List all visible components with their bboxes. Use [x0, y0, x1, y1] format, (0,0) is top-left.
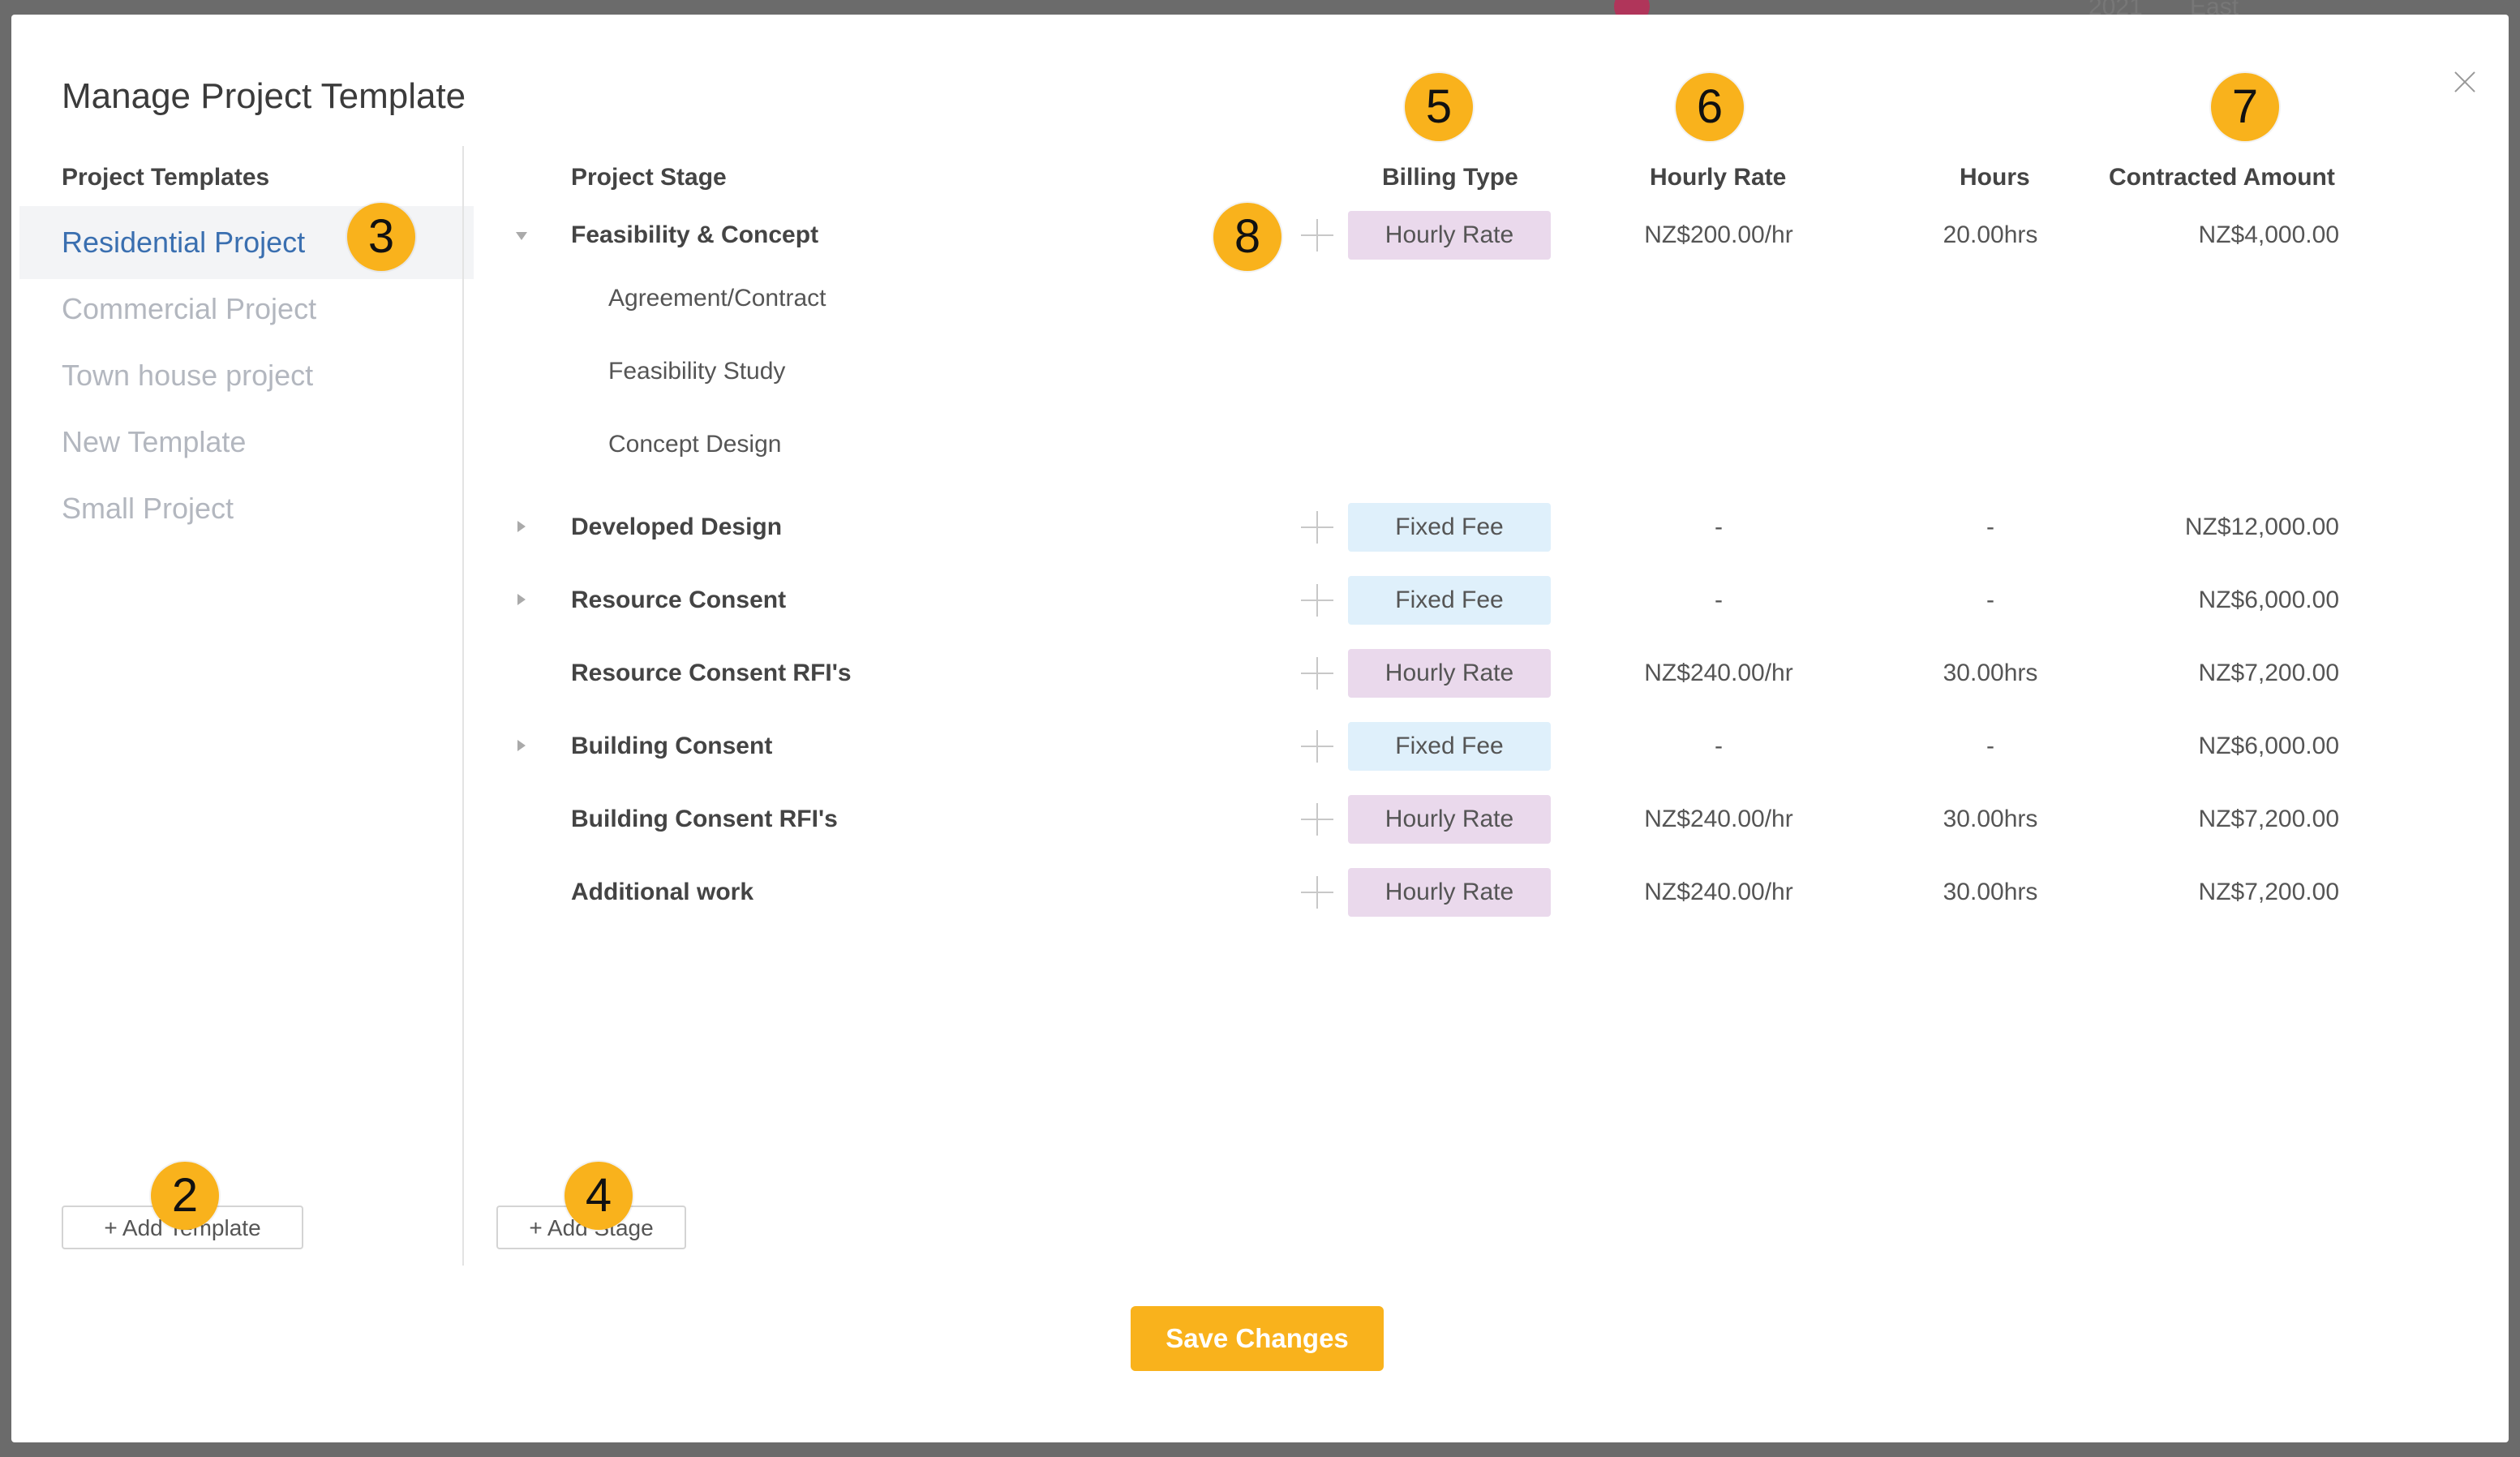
add-substage-plus-icon[interactable] [1301, 511, 1333, 544]
stage-row: Building Consent Fixed Fee - - NZ$6,000.… [11, 722, 2509, 771]
callout-badge-4: 4 [565, 1162, 633, 1230]
header-hourly-rate: Hourly Rate [1650, 164, 1787, 191]
hours-value: - [1986, 733, 1994, 759]
hourly-rate-value: NZ$240.00/hr [1644, 660, 1793, 686]
callout-badge-2: 2 [151, 1162, 219, 1230]
callout-badge-6: 6 [1676, 73, 1744, 141]
contracted-amount-value: NZ$7,200.00 [2198, 879, 2339, 905]
billing-type-pill[interactable]: Fixed Fee [1348, 722, 1551, 771]
stage-name: Additional work [571, 879, 753, 905]
save-changes-button[interactable]: Save Changes [1131, 1306, 1384, 1371]
header-hours: Hours [1960, 164, 2030, 191]
caret-right-icon[interactable] [514, 576, 530, 625]
add-substage-plus-icon[interactable] [1301, 876, 1333, 909]
substage-name: Feasibility Study [608, 358, 786, 385]
add-substage-plus-icon[interactable] [1301, 730, 1333, 763]
hours-value: - [1986, 514, 1994, 540]
contracted-amount-value: NZ$12,000.00 [2184, 514, 2339, 540]
stage-row: Resource Consent Fixed Fee - - NZ$6,000.… [11, 576, 2509, 625]
hourly-rate-value: - [1715, 587, 1723, 613]
substage-row: Agreement/Contract [11, 274, 2509, 323]
header-billing-type: Billing Type [1382, 164, 1518, 191]
hours-value: 30.00hrs [1943, 806, 2038, 832]
hours-value: 20.00hrs [1943, 221, 2038, 248]
caret-right-icon[interactable] [514, 722, 530, 771]
stage-row: Developed Design Fixed Fee - - NZ$12,000… [11, 503, 2509, 552]
hourly-rate-value: NZ$200.00/hr [1644, 221, 1793, 248]
add-substage-plus-icon[interactable] [1301, 657, 1333, 690]
billing-type-pill[interactable]: Hourly Rate [1348, 868, 1551, 917]
substage-row: Feasibility Study [11, 347, 2509, 396]
header-contracted-amount: Contracted Amount [2109, 164, 2335, 191]
contracted-amount-value: NZ$4,000.00 [2198, 221, 2339, 248]
substage-name: Agreement/Contract [608, 285, 826, 312]
modal-title: Manage Project Template [62, 76, 466, 116]
close-icon[interactable] [2445, 63, 2485, 104]
billing-type-pill[interactable]: Fixed Fee [1348, 576, 1551, 625]
stage-row: Resource Consent RFI's Hourly Rate NZ$24… [11, 649, 2509, 698]
templates-heading: Project Templates [62, 164, 270, 191]
hours-value: 30.00hrs [1943, 660, 2038, 686]
stage-name: Feasibility & Concept [571, 221, 819, 248]
add-substage-plus-icon[interactable] [1301, 803, 1333, 836]
hours-value: 30.00hrs [1943, 879, 2038, 905]
hourly-rate-value: - [1715, 733, 1723, 759]
substage-name: Concept Design [608, 431, 782, 458]
contracted-amount-value: NZ$7,200.00 [2198, 660, 2339, 686]
stage-name: Resource Consent [571, 587, 787, 613]
callout-badge-3: 3 [347, 203, 415, 271]
contracted-amount-value: NZ$6,000.00 [2198, 587, 2339, 613]
callout-badge-5: 5 [1405, 73, 1473, 141]
substage-row: Concept Design [11, 420, 2509, 469]
caret-down-icon[interactable] [514, 211, 530, 260]
billing-type-pill[interactable]: Hourly Rate [1348, 649, 1551, 698]
billing-type-pill[interactable]: Hourly Rate [1348, 211, 1551, 260]
hourly-rate-value: - [1715, 514, 1723, 540]
billing-type-pill[interactable]: Fixed Fee [1348, 503, 1551, 552]
stage-name: Building Consent [571, 733, 773, 759]
stage-name: Developed Design [571, 514, 783, 540]
add-substage-plus-icon[interactable] [1301, 219, 1333, 251]
billing-type-pill[interactable]: Hourly Rate [1348, 795, 1551, 844]
hourly-rate-value: NZ$240.00/hr [1644, 806, 1793, 832]
header-project-stage: Project Stage [571, 164, 727, 191]
add-substage-plus-icon[interactable] [1301, 584, 1333, 617]
stage-name: Resource Consent RFI's [571, 660, 852, 686]
stage-row: Building Consent RFI's Hourly Rate NZ$24… [11, 795, 2509, 844]
stage-name: Building Consent RFI's [571, 806, 838, 832]
manage-template-modal: Manage Project Template Project Template… [11, 15, 2509, 1442]
callout-badge-7: 7 [2211, 73, 2279, 141]
hours-value: - [1986, 587, 1994, 613]
caret-right-icon[interactable] [514, 503, 530, 552]
stage-row: Additional work Hourly Rate NZ$240.00/hr… [11, 868, 2509, 917]
callout-badge-8: 8 [1213, 203, 1281, 271]
contracted-amount-value: NZ$6,000.00 [2198, 733, 2339, 759]
hourly-rate-value: NZ$240.00/hr [1644, 879, 1793, 905]
contracted-amount-value: NZ$7,200.00 [2198, 806, 2339, 832]
